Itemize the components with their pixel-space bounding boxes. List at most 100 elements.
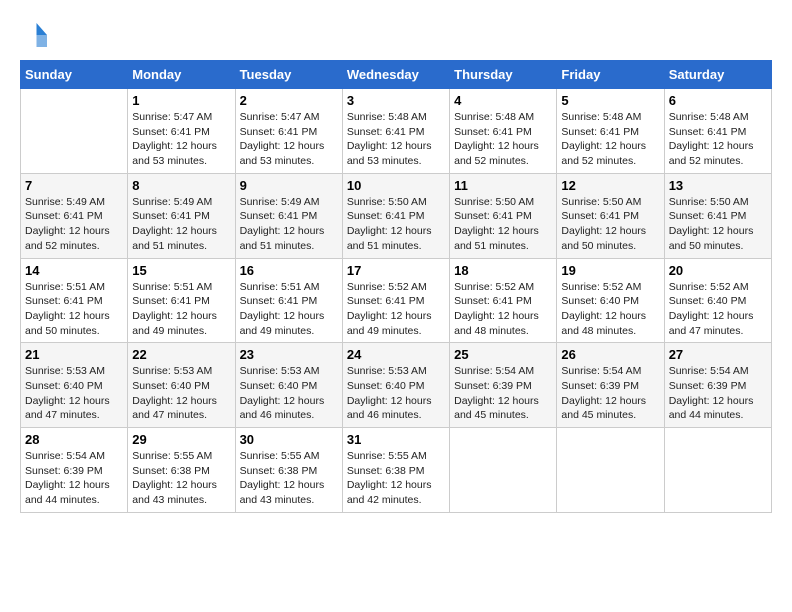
- day-info: Sunrise: 5:51 AMSunset: 6:41 PMDaylight:…: [132, 280, 230, 339]
- calendar-cell: 17Sunrise: 5:52 AMSunset: 6:41 PMDayligh…: [342, 258, 449, 343]
- calendar-cell: 31 Sunrise: 5:55 AMSunset: 6:38 PMDayligh…: [342, 428, 449, 513]
- day-number: 24: [347, 347, 445, 362]
- day-info: Sunrise: 5:53 AMSunset: 6:40 PMDaylight:…: [347, 364, 445, 423]
- day-number: 9: [240, 178, 338, 193]
- calendar-cell: 4 Sunrise: 5:48 AMSunset: 6:41 PMDaylight…: [450, 89, 557, 174]
- logo-icon: [20, 20, 50, 50]
- calendar-cell: 13Sunrise: 5:50 AMSunset: 6:41 PMDayligh…: [664, 173, 771, 258]
- day-number: 30: [240, 432, 338, 447]
- calendar-cell: 19Sunrise: 5:52 AMSunset: 6:40 PMDayligh…: [557, 258, 664, 343]
- calendar-cell: [557, 428, 664, 513]
- page-header: [20, 20, 772, 50]
- calendar-cell: 23Sunrise: 5:53 AMSunset: 6:40 PMDayligh…: [235, 343, 342, 428]
- calendar-cell: 3 Sunrise: 5:48 AMSunset: 6:41 PMDaylight…: [342, 89, 449, 174]
- day-number: 3: [347, 93, 445, 108]
- day-info: Sunrise: 5:53 AMSunset: 6:40 PMDaylight:…: [25, 364, 123, 423]
- calendar-week-row: 28 Sunrise: 5:54 AMSunset: 6:39 PMDayligh…: [21, 428, 772, 513]
- day-info: Sunrise: 5:50 AMSunset: 6:41 PMDaylight:…: [669, 195, 767, 254]
- day-info: Sunrise: 5:52 AMSunset: 6:41 PMDaylight:…: [347, 280, 445, 339]
- calendar-cell: [21, 89, 128, 174]
- calendar-week-row: 1 Sunrise: 5:47 AMSunset: 6:41 PMDaylight…: [21, 89, 772, 174]
- column-header-thursday: Thursday: [450, 61, 557, 89]
- day-number: 31: [347, 432, 445, 447]
- calendar-cell: 26 Sunrise: 5:54 AMSunset: 6:39 PMDayligh…: [557, 343, 664, 428]
- calendar-week-row: 7 Sunrise: 5:49 AMSunset: 6:41 PMDaylight…: [21, 173, 772, 258]
- calendar-cell: 28 Sunrise: 5:54 AMSunset: 6:39 PMDayligh…: [21, 428, 128, 513]
- day-info: Sunrise: 5:47 AMSunset: 6:41 PMDaylight:…: [240, 110, 338, 169]
- calendar-cell: 6 Sunrise: 5:48 AMSunset: 6:41 PMDaylight…: [664, 89, 771, 174]
- day-info: Sunrise: 5:55 AMSunset: 6:38 PMDaylight:…: [240, 449, 338, 508]
- day-number: 26: [561, 347, 659, 362]
- calendar-cell: 2 Sunrise: 5:47 AMSunset: 6:41 PMDaylight…: [235, 89, 342, 174]
- day-info: Sunrise: 5:48 AMSunset: 6:41 PMDaylight:…: [669, 110, 767, 169]
- calendar-cell: 27 Sunrise: 5:54 AMSunset: 6:39 PMDayligh…: [664, 343, 771, 428]
- calendar-cell: 5Sunrise: 5:48 AMSunset: 6:41 PMDaylight…: [557, 89, 664, 174]
- day-info: Sunrise: 5:52 AMSunset: 6:40 PMDaylight:…: [669, 280, 767, 339]
- calendar-cell: 25 Sunrise: 5:54 AMSunset: 6:39 PMDayligh…: [450, 343, 557, 428]
- day-info: Sunrise: 5:54 AMSunset: 6:39 PMDaylight:…: [454, 364, 552, 423]
- calendar-cell: 10 Sunrise: 5:50 AMSunset: 6:41 PMDayligh…: [342, 173, 449, 258]
- day-number: 16: [240, 263, 338, 278]
- day-info: Sunrise: 5:48 AMSunset: 6:41 PMDaylight:…: [347, 110, 445, 169]
- day-info: Sunrise: 5:53 AMSunset: 6:40 PMDaylight:…: [240, 364, 338, 423]
- day-number: 14: [25, 263, 123, 278]
- column-header-sunday: Sunday: [21, 61, 128, 89]
- calendar-cell: 18 Sunrise: 5:52 AMSunset: 6:41 PMDayligh…: [450, 258, 557, 343]
- day-number: 4: [454, 93, 552, 108]
- day-info: Sunrise: 5:53 AMSunset: 6:40 PMDaylight:…: [132, 364, 230, 423]
- day-info: Sunrise: 5:50 AMSunset: 6:41 PMDaylight:…: [561, 195, 659, 254]
- calendar-cell: 29 Sunrise: 5:55 AMSunset: 6:38 PMDayligh…: [128, 428, 235, 513]
- day-info: Sunrise: 5:54 AMSunset: 6:39 PMDaylight:…: [669, 364, 767, 423]
- calendar-week-row: 21Sunrise: 5:53 AMSunset: 6:40 PMDayligh…: [21, 343, 772, 428]
- calendar-cell: 20 Sunrise: 5:52 AMSunset: 6:40 PMDayligh…: [664, 258, 771, 343]
- day-number: 20: [669, 263, 767, 278]
- day-info: Sunrise: 5:50 AMSunset: 6:41 PMDaylight:…: [347, 195, 445, 254]
- day-number: 2: [240, 93, 338, 108]
- calendar-cell: 8 Sunrise: 5:49 AMSunset: 6:41 PMDaylight…: [128, 173, 235, 258]
- day-info: Sunrise: 5:48 AMSunset: 6:41 PMDaylight:…: [454, 110, 552, 169]
- day-number: 10: [347, 178, 445, 193]
- day-number: 27: [669, 347, 767, 362]
- column-header-monday: Monday: [128, 61, 235, 89]
- calendar-cell: 30 Sunrise: 5:55 AMSunset: 6:38 PMDayligh…: [235, 428, 342, 513]
- day-info: Sunrise: 5:52 AMSunset: 6:41 PMDaylight:…: [454, 280, 552, 339]
- calendar-cell: [664, 428, 771, 513]
- day-info: Sunrise: 5:54 AMSunset: 6:39 PMDaylight:…: [561, 364, 659, 423]
- calendar-cell: 24 Sunrise: 5:53 AMSunset: 6:40 PMDayligh…: [342, 343, 449, 428]
- day-number: 8: [132, 178, 230, 193]
- day-info: Sunrise: 5:49 AMSunset: 6:41 PMDaylight:…: [132, 195, 230, 254]
- day-info: Sunrise: 5:49 AMSunset: 6:41 PMDaylight:…: [25, 195, 123, 254]
- calendar-cell: 9 Sunrise: 5:49 AMSunset: 6:41 PMDaylight…: [235, 173, 342, 258]
- column-header-tuesday: Tuesday: [235, 61, 342, 89]
- calendar-cell: 21Sunrise: 5:53 AMSunset: 6:40 PMDayligh…: [21, 343, 128, 428]
- calendar-cell: 22Sunrise: 5:53 AMSunset: 6:40 PMDayligh…: [128, 343, 235, 428]
- day-info: Sunrise: 5:50 AMSunset: 6:41 PMDaylight:…: [454, 195, 552, 254]
- day-info: Sunrise: 5:55 AMSunset: 6:38 PMDaylight:…: [132, 449, 230, 508]
- calendar-cell: 15Sunrise: 5:51 AMSunset: 6:41 PMDayligh…: [128, 258, 235, 343]
- day-number: 7: [25, 178, 123, 193]
- day-number: 5: [561, 93, 659, 108]
- column-header-friday: Friday: [557, 61, 664, 89]
- logo: [20, 20, 54, 50]
- day-info: Sunrise: 5:49 AMSunset: 6:41 PMDaylight:…: [240, 195, 338, 254]
- calendar-header-row: SundayMondayTuesdayWednesdayThursdayFrid…: [21, 61, 772, 89]
- day-number: 11: [454, 178, 552, 193]
- calendar-cell: 12 Sunrise: 5:50 AMSunset: 6:41 PMDayligh…: [557, 173, 664, 258]
- day-number: 1: [132, 93, 230, 108]
- day-number: 28: [25, 432, 123, 447]
- day-number: 18: [454, 263, 552, 278]
- column-header-saturday: Saturday: [664, 61, 771, 89]
- day-number: 12: [561, 178, 659, 193]
- calendar-cell: 14 Sunrise: 5:51 AMSunset: 6:41 PMDayligh…: [21, 258, 128, 343]
- calendar-cell: 7 Sunrise: 5:49 AMSunset: 6:41 PMDaylight…: [21, 173, 128, 258]
- day-number: 6: [669, 93, 767, 108]
- day-info: Sunrise: 5:54 AMSunset: 6:39 PMDaylight:…: [25, 449, 123, 508]
- day-info: Sunrise: 5:51 AMSunset: 6:41 PMDaylight:…: [240, 280, 338, 339]
- calendar-cell: 1Sunrise: 5:47 AMSunset: 6:41 PMDaylight…: [128, 89, 235, 174]
- day-info: Sunrise: 5:51 AMSunset: 6:41 PMDaylight:…: [25, 280, 123, 339]
- day-number: 25: [454, 347, 552, 362]
- calendar-week-row: 14 Sunrise: 5:51 AMSunset: 6:41 PMDayligh…: [21, 258, 772, 343]
- day-info: Sunrise: 5:55 AMSunset: 6:38 PMDaylight:…: [347, 449, 445, 508]
- day-number: 29: [132, 432, 230, 447]
- calendar-cell: [450, 428, 557, 513]
